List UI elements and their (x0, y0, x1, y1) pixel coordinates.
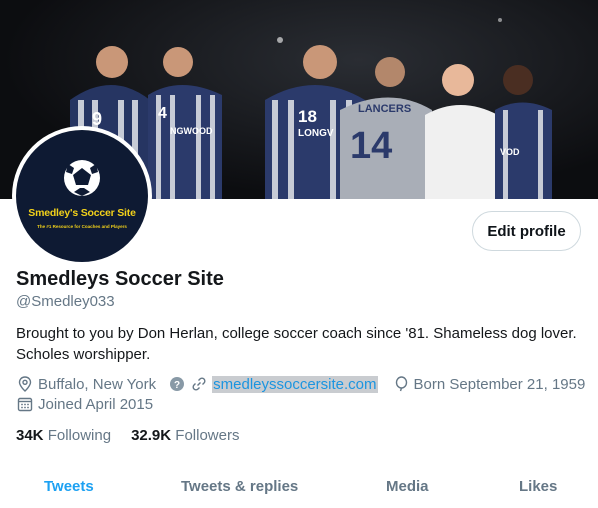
follow-stats: 34K Following 32.9K Followers (16, 427, 239, 444)
following-count: 34K (16, 427, 44, 444)
help-icon[interactable]: ? (168, 375, 186, 393)
avatar-brand-name: Smedley's Soccer Site (28, 207, 136, 219)
followers-label: Followers (175, 427, 240, 444)
tab-tweets[interactable]: Tweets (44, 478, 94, 495)
birthday-text: Born September 21, 1959 (413, 375, 586, 393)
tab-tweets-and-replies[interactable]: Tweets & replies (181, 478, 298, 495)
website-link[interactable]: smedleyssoccersite.com (212, 375, 378, 393)
avatar-logo: Smedley's Soccer Site The #1 Resource fo… (16, 130, 148, 262)
profile-tabs: Tweets Tweets & replies Media Likes (0, 470, 598, 504)
location-text: Buffalo, New York (38, 375, 157, 393)
followers-count: 32.9K (131, 427, 172, 444)
profile-joined-row: Joined April 2015 (16, 395, 153, 413)
profile-handle: @Smedley033 (16, 293, 115, 310)
svg-text:18: 18 (298, 107, 317, 126)
soccer-ball-icon (64, 160, 100, 196)
link-icon (190, 375, 208, 393)
profile-avatar[interactable]: Smedley's Soccer Site The #1 Resource fo… (12, 126, 152, 266)
following-link[interactable]: 34K Following (16, 427, 111, 444)
website-item[interactable]: smedleyssoccersite.com (190, 375, 378, 393)
tab-media[interactable]: Media (386, 478, 429, 495)
profile-meta-row: Buffalo, New York ? smedleyssoccersite.c… (16, 375, 585, 393)
profile-display-name: Smedleys Soccer Site (16, 268, 224, 290)
svg-text:NGWOOD: NGWOOD (170, 126, 213, 136)
followers-link[interactable]: 32.9K Followers (131, 427, 239, 444)
svg-text:4: 4 (158, 105, 167, 122)
svg-text:LONGV: LONGV (298, 128, 334, 139)
balloon-icon (392, 375, 410, 393)
joined-text: Joined April 2015 (38, 395, 154, 413)
tab-likes[interactable]: Likes (519, 478, 557, 495)
svg-text:LANCERS: LANCERS (358, 103, 411, 115)
edit-profile-button[interactable]: Edit profile (472, 211, 581, 251)
following-label: Following (47, 427, 112, 444)
location-item: Buffalo, New York (16, 375, 156, 393)
svg-text:VOD: VOD (500, 147, 520, 157)
svg-text:?: ? (174, 380, 180, 391)
avatar-tagline: The #1 Resource for Coaches and Players (37, 224, 127, 229)
birthday-item: Born September 21, 1959 (392, 375, 586, 393)
profile-bio: Brought to you by Don Herlan, college so… (16, 325, 577, 363)
location-pin-icon (16, 375, 34, 393)
calendar-icon (16, 395, 34, 413)
svg-text:14: 14 (350, 125, 392, 167)
